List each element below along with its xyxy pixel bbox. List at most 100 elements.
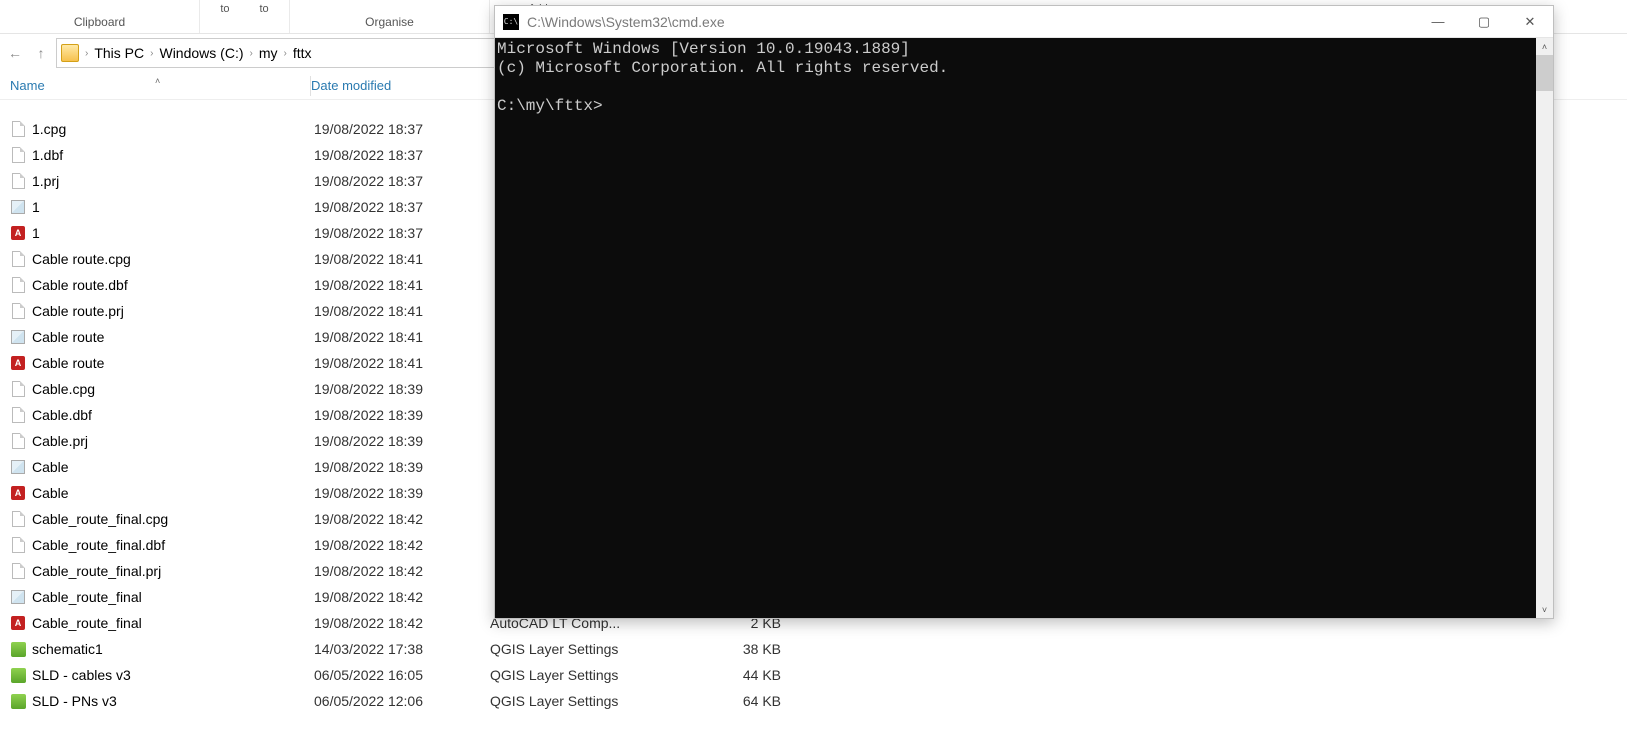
file-icon: A	[10, 225, 26, 241]
cmd-titlebar[interactable]: C:\ C:\Windows\System32\cmd.exe — ▢ ✕	[495, 6, 1553, 38]
file-name: Cable	[32, 485, 314, 501]
minimize-button[interactable]: —	[1415, 6, 1461, 38]
file-date: 19/08/2022 18:37	[314, 173, 490, 189]
breadcrumb[interactable]: my	[259, 45, 278, 61]
ribbon-group-organise: Organise	[290, 0, 490, 33]
file-icon	[10, 303, 26, 319]
cmd-window: C:\ C:\Windows\System32\cmd.exe — ▢ ✕ Mi…	[494, 5, 1554, 619]
file-size: 44 KB	[721, 667, 781, 683]
file-icon	[10, 667, 26, 683]
chevron-right-icon: ›	[284, 48, 287, 59]
file-name: SLD - PNs v3	[32, 693, 314, 709]
ribbon-label: Organise	[365, 15, 414, 29]
file-size: 64 KB	[721, 693, 781, 709]
file-date: 06/05/2022 12:06	[314, 693, 490, 709]
chevron-right-icon: ›	[85, 48, 88, 59]
file-icon	[10, 641, 26, 657]
sort-ascending-icon: ˄	[155, 76, 160, 86]
column-header-date[interactable]: Date modified	[311, 78, 486, 93]
breadcrumb[interactable]: This PC	[94, 45, 144, 61]
scroll-track[interactable]	[1536, 91, 1553, 601]
file-icon	[10, 537, 26, 553]
file-name: 1.cpg	[32, 121, 314, 137]
file-icon	[10, 459, 26, 475]
file-icon	[10, 277, 26, 293]
file-name: Cable route	[32, 329, 314, 345]
ribbon-label: to	[220, 3, 229, 15]
file-name: Cable_route_final.prj	[32, 563, 314, 579]
file-date: 19/08/2022 18:42	[314, 511, 490, 527]
file-icon	[10, 589, 26, 605]
file-date: 14/03/2022 17:38	[314, 641, 490, 657]
file-name: Cable_route_final.cpg	[32, 511, 314, 527]
file-row[interactable]: SLD - cables v306/05/2022 16:05QGIS Laye…	[0, 662, 1627, 688]
file-type: QGIS Layer Settings	[490, 667, 721, 683]
cmd-title: C:\Windows\System32\cmd.exe	[527, 14, 1415, 30]
file-size: 38 KB	[721, 641, 781, 657]
file-name: Cable.dbf	[32, 407, 314, 423]
file-name: Cable.prj	[32, 433, 314, 449]
column-header-name[interactable]: Name ˄	[0, 78, 310, 93]
breadcrumb-bar[interactable]: › This PC › Windows (C:) › my › fttx	[56, 38, 496, 68]
scroll-up-button[interactable]: ˄	[1536, 38, 1553, 55]
cmd-prompt: C:\my\fttx>	[497, 97, 603, 115]
file-date: 19/08/2022 18:42	[314, 615, 490, 631]
file-type: QGIS Layer Settings	[490, 693, 721, 709]
file-icon	[10, 121, 26, 137]
cmd-scrollbar[interactable]: ˄ ˅	[1536, 38, 1553, 618]
breadcrumb[interactable]: fttx	[293, 45, 312, 61]
maximize-button[interactable]: ▢	[1461, 6, 1507, 38]
file-name: Cable.cpg	[32, 381, 314, 397]
file-date: 19/08/2022 18:37	[314, 147, 490, 163]
file-icon: A	[10, 615, 26, 631]
file-date: 19/08/2022 18:41	[314, 251, 490, 267]
folder-icon	[61, 44, 79, 62]
file-date: 19/08/2022 18:41	[314, 329, 490, 345]
file-row[interactable]: SLD - PNs v306/05/2022 12:06QGIS Layer S…	[0, 688, 1627, 714]
file-date: 06/05/2022 16:05	[314, 667, 490, 683]
file-icon	[10, 407, 26, 423]
file-date: 19/08/2022 18:42	[314, 563, 490, 579]
close-button[interactable]: ✕	[1507, 6, 1553, 38]
file-date: 19/08/2022 18:41	[314, 303, 490, 319]
file-name: Cable route.cpg	[32, 251, 314, 267]
file-name: Cable	[32, 459, 314, 475]
file-date: 19/08/2022 18:39	[314, 459, 490, 475]
file-icon	[10, 381, 26, 397]
file-name: Cable route.dbf	[32, 277, 314, 293]
file-name: 1	[32, 225, 314, 241]
chevron-right-icon: ›	[150, 48, 153, 59]
file-date: 19/08/2022 18:39	[314, 485, 490, 501]
file-name: Cable_route_final	[32, 615, 314, 631]
ribbon-group-move: to to	[200, 0, 290, 33]
cmd-icon: C:\	[503, 14, 519, 30]
file-row[interactable]: schematic114/03/2022 17:38QGIS Layer Set…	[0, 636, 1627, 662]
cmd-line: Microsoft Windows [Version 10.0.19043.18…	[497, 40, 910, 58]
file-date: 19/08/2022 18:39	[314, 381, 490, 397]
cmd-line: (c) Microsoft Corporation. All rights re…	[497, 59, 948, 77]
file-type: QGIS Layer Settings	[490, 641, 721, 657]
file-icon	[10, 173, 26, 189]
ribbon-label: Clipboard	[74, 15, 125, 29]
file-date: 19/08/2022 18:37	[314, 121, 490, 137]
file-name: 1.dbf	[32, 147, 314, 163]
file-name: Cable route.prj	[32, 303, 314, 319]
file-date: 19/08/2022 18:37	[314, 199, 490, 215]
scroll-down-button[interactable]: ˅	[1536, 601, 1553, 618]
chevron-right-icon: ›	[250, 48, 253, 59]
file-icon	[10, 563, 26, 579]
file-name: schematic1	[32, 641, 314, 657]
column-label: Name	[10, 78, 45, 93]
file-name: 1.prj	[32, 173, 314, 189]
ribbon-group-clipboard: Clipboard	[0, 0, 200, 33]
breadcrumb[interactable]: Windows (C:)	[159, 45, 243, 61]
file-name: Cable_route_final.dbf	[32, 537, 314, 553]
file-name: Cable route	[32, 355, 314, 371]
nav-up-button[interactable]: ↑	[30, 40, 52, 66]
cmd-terminal[interactable]: Microsoft Windows [Version 10.0.19043.18…	[495, 38, 1536, 618]
scroll-thumb[interactable]	[1536, 55, 1553, 91]
file-name: 1	[32, 199, 314, 215]
file-date: 19/08/2022 18:39	[314, 433, 490, 449]
nav-back-button[interactable]: ←	[4, 40, 26, 66]
file-date: 19/08/2022 18:39	[314, 407, 490, 423]
